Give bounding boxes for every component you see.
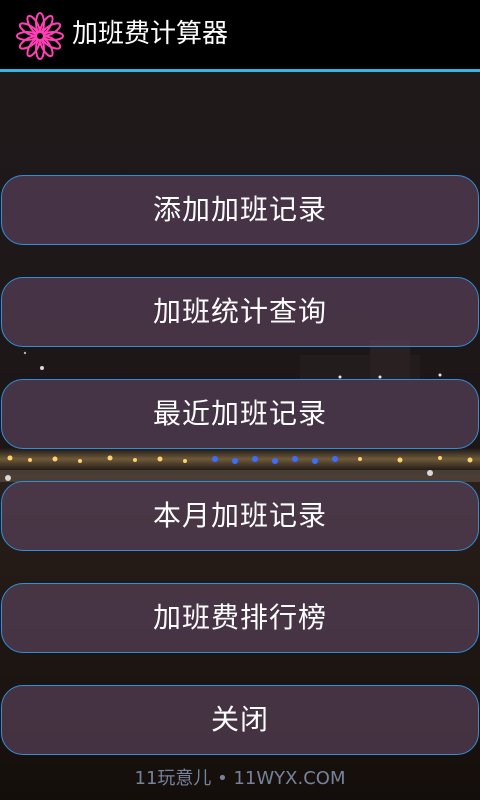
app-screen: 加班费计算器 添加加班记录 加班统计查询 最近加班记录 本月加班记录 加班费排行… bbox=[0, 0, 480, 800]
this-month-overtime-records-button[interactable]: 本月加班记录 bbox=[1, 481, 479, 551]
recent-overtime-records-button[interactable]: 最近加班记录 bbox=[1, 379, 479, 449]
overtime-statistics-query-button[interactable]: 加班统计查询 bbox=[1, 277, 479, 347]
main-menu: 添加加班记录 加班统计查询 最近加班记录 本月加班记录 加班费排行榜 关闭 bbox=[0, 0, 480, 800]
watermark: 11玩意儿 • 11WYX.COM bbox=[134, 768, 346, 789]
overtime-pay-ranking-button[interactable]: 加班费排行榜 bbox=[1, 583, 479, 653]
add-overtime-record-button[interactable]: 添加加班记录 bbox=[1, 175, 479, 245]
close-button[interactable]: 关闭 bbox=[1, 685, 479, 755]
